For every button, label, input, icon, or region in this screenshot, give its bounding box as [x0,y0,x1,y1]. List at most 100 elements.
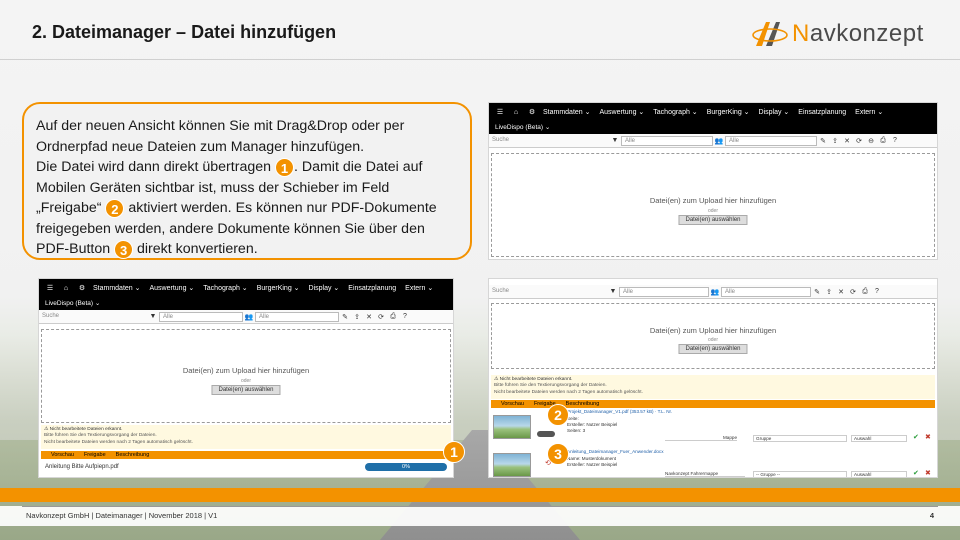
home-icon[interactable]: ⌂ [61,285,71,292]
filter-bar: Suche ▼ Alle 👥 Alle ✎ ⇪ ✕ ⟳ ⊖ ⎙ ? [489,134,937,148]
help-icon[interactable]: ? [871,288,883,295]
filter-select-1[interactable]: Alle [621,135,713,146]
file-name-1[interactable]: Projekt_Dateimanager_V1.pdf (353.57 kB) … [567,409,672,414]
upload-icon[interactable]: ⇪ [823,288,835,296]
file-type-1[interactable]: Mappe [665,435,737,441]
filter-bar: Suche ▼ Alle 👥 Alle ✎ ⇪ ✕ ⟳ ⎙ ? [39,310,453,324]
warning-box: ⚠ Nicht bearbeitete Dateien erkannt. Bit… [491,375,935,399]
file-select-1[interactable]: Auswahl [851,435,907,442]
nav-burgerking[interactable]: BurgerKing ⌄ [257,284,300,292]
choose-files-button[interactable]: Datei(en) auswählen [678,344,748,354]
file-thumbnail-2 [493,453,531,477]
nav-tachograph[interactable]: Tachograph ⌄ [203,284,247,292]
drop-zone-text: Datei(en) zum Upload hier hinzufügen [649,326,777,335]
search-input[interactable]: Suche [39,312,147,322]
app-navbar: ☰ ⌂ ⚙ Stammdaten ⌄ Auswertung ⌄ Tachogra… [489,103,937,121]
instruction-callout: Auf der neuen Ansicht können Sie mit Dra… [22,102,472,260]
filter-select-1[interactable]: Alle [159,311,243,322]
footer-accent-bar [0,488,960,502]
nav-einsatzplanung[interactable]: Einsatzplanung [348,285,396,292]
nav-extern[interactable]: Extern ⌄ [405,284,433,292]
filter-select-2[interactable]: Alle [255,311,339,322]
print-icon[interactable]: ⎙ [387,313,399,321]
file-type-2[interactable]: Navkonzept Fahrermappe [665,471,745,477]
nav-display[interactable]: Display ⌄ [309,284,340,292]
nav-extern[interactable]: Extern ⌄ [855,108,883,116]
nav-stammdaten[interactable]: Stammdaten ⌄ [543,108,591,116]
callout-badge-3: 3 [114,239,134,259]
marker-1: 1 [443,441,465,463]
drop-zone[interactable]: Datei(en) zum Upload hier hinzufügen ode… [491,153,935,257]
file-group-1[interactable]: Gruppe [753,435,847,442]
file-name-2[interactable]: Anleitung_Dateimanager_Fuer_Anwender.doc… [567,449,664,454]
group-icon: 👥 [710,288,720,296]
filter-icon: ▼ [149,313,157,320]
refresh-icon[interactable]: ⟳ [847,288,859,296]
refresh-icon[interactable]: ⟳ [375,313,387,321]
upload-icon[interactable]: ⇪ [351,313,363,321]
confirm-icon-2[interactable]: ✔ [913,469,919,477]
nav-burgerking[interactable]: BurgerKing ⌄ [707,108,750,116]
app-subtitle[interactable]: LiveDispo (Beta) ⌄ [39,297,453,310]
logo-mark-icon [752,22,788,46]
nav-tachograph[interactable]: Tachograph ⌄ [653,108,697,116]
confirm-icon-1[interactable]: ✔ [913,433,919,441]
upload-progress-value: 0% [402,464,410,470]
col-preview: Vorschau [501,401,524,407]
edit-icon[interactable]: ✎ [339,313,351,321]
settings-icon[interactable]: ⚙ [77,284,87,292]
file-group-2[interactable]: -- Gruppe -- [753,471,847,477]
file-meta-2a: Name: Musterdokument [567,456,617,461]
filter-select-2[interactable]: Alle [721,286,811,297]
nav-auswertung[interactable]: Auswertung ⌄ [600,108,645,116]
delete-icon[interactable]: ✕ [841,137,853,145]
trash-icon-2[interactable]: ✖ [925,469,931,477]
file-thumbnail-1 [493,415,531,439]
back-icon[interactable]: ⊖ [865,137,877,145]
file-table-header: Vorschau Freigabe Beschreibung [41,451,451,459]
nav-stammdaten[interactable]: Stammdaten ⌄ [93,284,141,292]
search-input[interactable]: Suche [489,287,607,297]
file-select-2[interactable]: Auswahl [851,471,907,477]
share-toggle-1[interactable] [537,431,555,437]
choose-files-button[interactable]: Datei(en) auswählen [678,215,748,225]
nav-display[interactable]: Display ⌄ [759,108,790,116]
print-icon[interactable]: ⎙ [877,137,889,145]
edit-icon[interactable]: ✎ [817,137,829,145]
callout-badge-1: 1 [274,157,294,177]
drop-zone-or: oder [707,208,718,214]
marker-3: 3 [547,443,569,465]
settings-icon[interactable]: ⚙ [527,108,537,116]
footer-divider [22,506,938,507]
upload-icon[interactable]: ⇪ [829,137,841,145]
trash-icon-1[interactable]: ✖ [925,433,931,441]
drop-zone[interactable]: Datei(en) zum Upload hier hinzufügen ode… [491,303,935,369]
warning-line-2: Nicht bearbeitete Dateien werden nach 2 … [44,439,193,445]
nav-einsatzplanung[interactable]: Einsatzplanung [798,109,846,116]
filter-select-2[interactable]: Alle [725,135,817,146]
file-meta-1c: Seiten: 3 [567,428,586,433]
filter-icon: ▼ [609,288,617,295]
help-icon[interactable]: ? [889,137,901,144]
edit-icon[interactable]: ✎ [811,288,823,296]
help-icon[interactable]: ? [399,313,411,320]
filter-bar: Suche ▼ Alle 👥 Alle ✎ ⇪ ✕ ⟳ ⎙ ? [489,285,937,299]
warning-box: ⚠ Nicht bearbeitete Dateien erkannt. Bit… [41,425,451,449]
drop-zone[interactable]: Datei(en) zum Upload hier hinzufügen ode… [41,329,451,423]
choose-files-button[interactable]: Datei(en) auswählen [211,385,281,395]
col-share: Freigabe [83,452,106,458]
search-input[interactable]: Suche [489,136,609,146]
delete-icon[interactable]: ✕ [835,288,847,296]
app-subtitle[interactable]: LiveDispo (Beta) ⌄ [489,121,937,134]
menu-icon[interactable]: ☰ [45,284,55,292]
callout-text-5: direkt konvertieren. [133,241,258,257]
refresh-icon[interactable]: ⟳ [853,137,865,145]
home-icon[interactable]: ⌂ [511,109,521,116]
nav-auswertung[interactable]: Auswertung ⌄ [150,284,195,292]
menu-icon[interactable]: ☰ [495,108,505,116]
filter-select-1[interactable]: Alle [619,286,709,297]
print-icon[interactable]: ⎙ [859,288,871,296]
delete-icon[interactable]: ✕ [363,313,375,321]
group-icon: 👥 [714,137,724,145]
file-meta-1b: Ersteller: Nutzer Beispiel [567,422,618,427]
